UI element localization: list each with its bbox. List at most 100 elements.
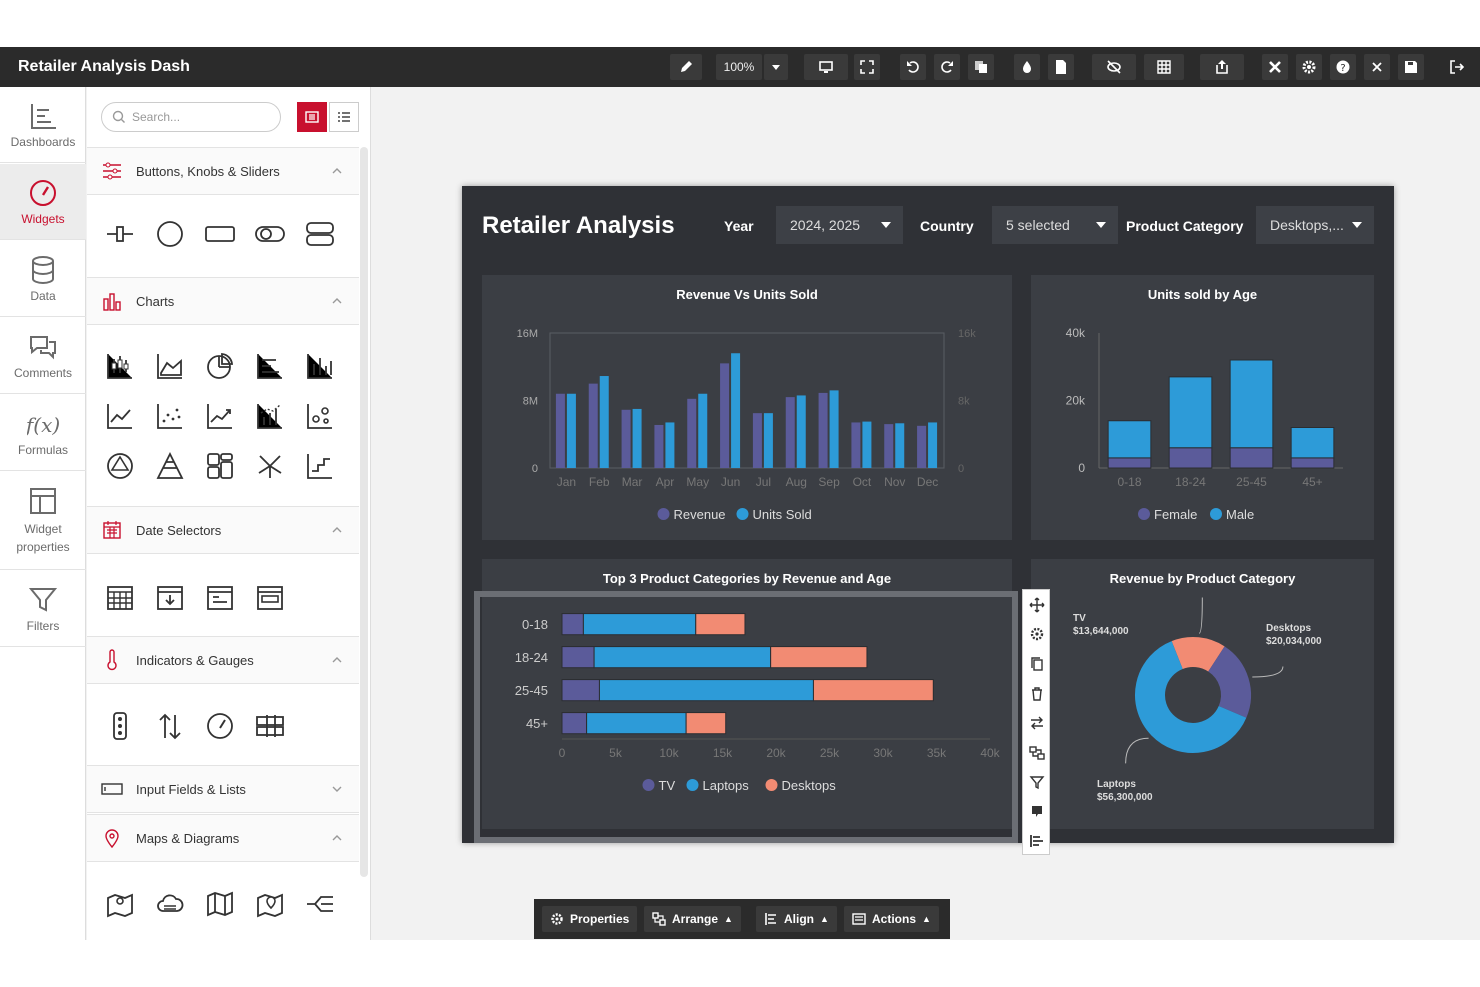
units-by-age-panel[interactable]: Units sold by Age 0 20k 40k 0-18 18-24 25-45 4… <box>1031 275 1374 540</box>
move-icon[interactable] <box>1029 597 1045 613</box>
exit-button[interactable] <box>1444 54 1470 80</box>
grid-button[interactable] <box>1144 54 1184 80</box>
country-filter-select[interactable]: 5 selected <box>992 206 1118 244</box>
gauge-widget[interactable] <box>203 709 237 743</box>
filter-icon[interactable] <box>1029 774 1045 790</box>
search-input[interactable]: Search... <box>101 102 281 132</box>
date-slider-widget[interactable] <box>253 580 287 614</box>
column-chart-widget[interactable] <box>303 349 337 383</box>
nav-data[interactable]: Data <box>0 241 86 317</box>
export-icon <box>1216 60 1228 74</box>
slice-amount: $20,034,000 <box>1266 636 1322 647</box>
arrange-icon[interactable] <box>1029 745 1045 761</box>
fullscreen-button[interactable] <box>854 54 880 80</box>
bullet-graph-widget[interactable] <box>253 709 287 743</box>
trend-chart-widget[interactable] <box>203 399 237 433</box>
calendar-widget[interactable] <box>103 580 137 614</box>
save-button[interactable] <box>1398 54 1424 80</box>
revenue-by-category-panel[interactable]: Revenue by Product Category TV $13,644,00… <box>1031 559 1374 829</box>
sliders-icon <box>103 162 121 180</box>
cloud-diagram-widget[interactable] <box>153 887 187 921</box>
gear-icon[interactable] <box>1029 626 1045 642</box>
bubble-chart-widget[interactable] <box>303 399 337 433</box>
nav-formulas[interactable]: f(x) Formulas <box>0 395 86 471</box>
area-chart-widget[interactable] <box>153 349 187 383</box>
category-filter-select[interactable]: Desktops,... <box>1256 206 1374 244</box>
copy-button[interactable] <box>968 54 994 80</box>
tools-button[interactable] <box>1262 54 1288 80</box>
radar-chart-widget[interactable] <box>103 449 137 483</box>
page-settings-button[interactable] <box>1048 54 1074 80</box>
network-chart-widget[interactable] <box>253 449 287 483</box>
knob-widget[interactable] <box>153 217 187 251</box>
help-button[interactable]: ? <box>1330 54 1356 80</box>
pyramid-chart-widget[interactable] <box>153 449 187 483</box>
nav-widgets[interactable]: Widgets <box>0 164 86 240</box>
date-picker-widget[interactable] <box>153 580 187 614</box>
button-widget[interactable] <box>203 217 237 251</box>
arrange-button[interactable]: Arrange ▲ <box>644 906 741 932</box>
visibility-button[interactable] <box>1092 54 1136 80</box>
traffic-light-widget[interactable] <box>103 709 137 743</box>
bar-revenue <box>851 422 861 468</box>
settings-button[interactable] <box>1296 54 1322 80</box>
view-detailed-button[interactable] <box>297 102 327 132</box>
treemap-chart-widget[interactable] <box>203 449 237 483</box>
chevron-up-icon <box>332 168 342 174</box>
map-marker-widget[interactable] <box>103 887 137 921</box>
trash-icon[interactable] <box>1029 686 1045 702</box>
pie-chart-widget[interactable] <box>203 349 237 383</box>
properties-button[interactable]: Properties <box>542 906 638 932</box>
nav-widgets-label: Widgets <box>21 212 65 226</box>
button-group-widget[interactable] <box>303 217 337 251</box>
widgets-panel-scrollbar[interactable] <box>360 147 368 877</box>
zoom-dropdown-button[interactable] <box>764 54 788 80</box>
step-chart-widget[interactable] <box>303 449 337 483</box>
theme-button[interactable] <box>1014 54 1040 80</box>
location-map-widget[interactable] <box>253 887 287 921</box>
redo-button[interactable] <box>934 54 960 80</box>
toggle-widget[interactable] <box>253 217 287 251</box>
comment-icon[interactable] <box>1029 804 1045 820</box>
scatter-chart-widget[interactable] <box>153 399 187 433</box>
tree-diagram-widget[interactable] <box>303 887 337 921</box>
nav-dashboards[interactable]: Dashboards <box>0 87 86 163</box>
revenue-units-panel[interactable]: Revenue Vs Units Sold 0 8M 16M 0 8k 16k Jan Feb… <box>482 275 1012 540</box>
actions-button[interactable]: Actions ▲ <box>844 906 939 932</box>
section-charts[interactable]: Charts <box>87 277 359 325</box>
x-tick-label: 0-18 <box>1117 475 1141 489</box>
align-left-icon[interactable] <box>1029 833 1045 849</box>
section-input-fields-lists[interactable]: Input Fields & Lists <box>87 765 359 813</box>
swap-icon[interactable] <box>1029 715 1045 731</box>
edit-button[interactable] <box>670 54 702 80</box>
country-filter-label: Country <box>920 218 974 234</box>
zoom-select[interactable]: 100% <box>716 54 762 80</box>
horizontal-bar-widget[interactable] <box>253 349 287 383</box>
section-label: Buttons, Knobs & Sliders <box>136 163 280 179</box>
map-widget[interactable] <box>203 887 237 921</box>
line-chart-widget[interactable] <box>103 399 137 433</box>
device-preview-button[interactable] <box>804 54 848 80</box>
slider-widget[interactable] <box>103 217 137 251</box>
align-button[interactable]: Align ▲ <box>756 906 837 932</box>
section-date-selectors[interactable]: Date Selectors <box>87 506 359 554</box>
candlestick-chart-widget[interactable] <box>103 349 137 383</box>
nav-widget-properties[interactable]: Widget properties <box>0 472 86 570</box>
section-indicators-gauges[interactable]: Indicators & Gauges <box>87 636 359 684</box>
nav-comments[interactable]: Comments <box>0 318 86 394</box>
close-button[interactable] <box>1364 54 1390 80</box>
slice-label: Laptops <box>1097 779 1136 790</box>
align-icon <box>765 913 776 925</box>
copy-icon[interactable] <box>1029 656 1045 672</box>
undo-button[interactable] <box>900 54 926 80</box>
export-button[interactable] <box>1200 54 1244 80</box>
date-range-widget[interactable] <box>203 580 237 614</box>
selected-widget-outline[interactable] <box>474 591 1018 843</box>
nav-filters[interactable]: Filters <box>0 571 86 647</box>
view-list-button[interactable] <box>329 102 359 132</box>
section-buttons-knobs-sliders[interactable]: Buttons, Knobs & Sliders <box>87 147 359 195</box>
bar-line-chart-widget[interactable] <box>253 399 287 433</box>
trend-indicator-widget[interactable] <box>153 709 187 743</box>
year-filter-select[interactable]: 2024, 2025 <box>776 206 903 244</box>
section-maps-diagrams[interactable]: Maps & Diagrams <box>87 814 359 862</box>
